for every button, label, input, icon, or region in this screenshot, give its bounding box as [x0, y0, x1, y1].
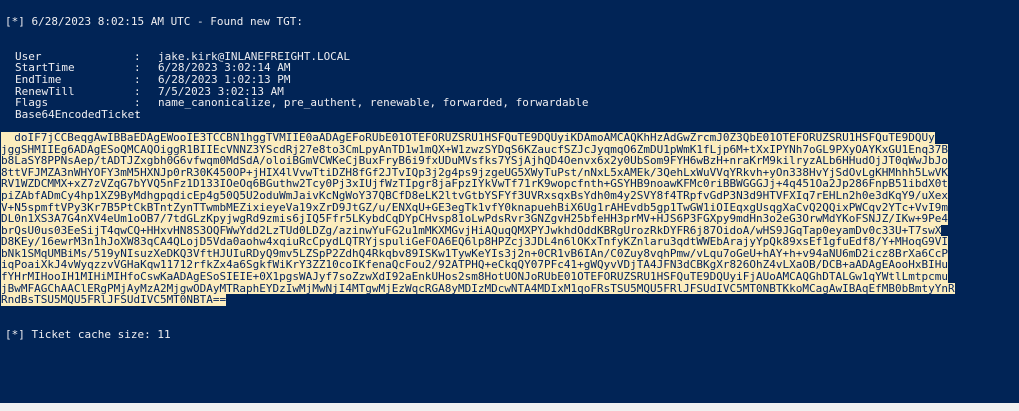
field-separator: : — [134, 96, 141, 110]
ticket-line[interactable]: D8KEy/16ewrM3n1hJoXW83qCA4QLojD5Vda0aohw… — [1, 236, 1019, 248]
base64-ticket-block: doIF7jCCBeqgAwIBBaEDAgEWooIE3TCCBN1hggTV… — [1, 131, 1019, 306]
field-separator: : — [134, 72, 141, 86]
field-key: Flags — [15, 96, 49, 110]
ticket-line[interactable]: 8ttVFJMZA3nWHYOFY3mM5HXNJp0rR30K450OP+jH… — [1, 166, 1019, 179]
field-row: Flags: name_canonicalize, pre_authent, re… — [5, 97, 1019, 109]
ticket-text: RV1WZDCMMX+xZ7zVZqG7bYVQ5nFz1D133IOeOq6B… — [1, 178, 949, 190]
ticket-line[interactable]: V+N5spmftVPy3Kr7B5PtCkBTntZynTTwmbMEZixi… — [1, 201, 1019, 214]
ticket-line[interactable]: piZAbfADmCy4hp1XZ9ByMdhgpqdicEp4g50Q5U2o… — [1, 189, 1019, 202]
ticket-line[interactable]: fYHrMIHooIH1MIHiMIHfoCswKaADAgESoSIEIE+0… — [1, 271, 1019, 283]
ticket-text: piZAbfADmCy4hp1XZ9ByMdhgpqdicEp4g50Q5U2o… — [1, 189, 949, 202]
field-separator: : — [134, 107, 141, 121]
field-row: EndTime: 6/28/2023 1:02:13 PM — [5, 74, 1019, 86]
ticket-line[interactable]: doIF7jCCBeqgAwIBBaEDAgEWooIE3TCCBN1hggTV… — [1, 131, 1019, 144]
field-value: 6/28/2023 1:02:13 PM — [158, 72, 291, 86]
tgt-header: [*] 6/28/2023 8:02:15 AM UTC - Found new… — [5, 15, 304, 28]
field-value: name_canonicalize, pre_authent, renewabl… — [158, 96, 589, 110]
ticket-text: jBwMFAGChAAClERgPMjAyMzA2MjgwODAyMTRaphE… — [1, 282, 955, 295]
ticket-text: D8KEy/16ewrM3n1hJoXW83qCA4QLojD5Vda0aohw… — [1, 236, 949, 248]
ticket-text: DL0n1XS3A7G4nXV4eUm1oOB7/7tdGLzKpyjwgRd9… — [1, 213, 949, 225]
field-row: Base64EncodedTicket: — [5, 109, 1019, 121]
ticket-text: RndBsTSU5MQU5FRlJFSUdIVC5MT0NBTA== — [1, 294, 227, 306]
ticket-line[interactable]: iqPoaiXkJ4vWyqzzvVGHaKqw11712rfkZx4a6Sgk… — [1, 259, 1019, 272]
ticket-text: iqPoaiXkJ4vWyqzzvVGHaKqw11712rfkZx4a6Sgk… — [1, 259, 949, 272]
ticket-line[interactable]: bNk1SMqUMBiMs/519yNIsuzXeDKQ3VftHJUIuRDy… — [1, 247, 1019, 260]
ticket-text: doIF7jCCBeqgAwIBBaEDAgEWooIE3TCCBN1hggTV… — [1, 131, 935, 144]
ticket-line[interactable]: b8LaSY8PPNsAep/tADTJZxgbh0G6vfwqm0MdSdA/… — [1, 155, 1019, 167]
ticket-text: b8LaSY8PPNsAep/tADTJZxgbh0G6vfwqm0MdSdA/… — [1, 155, 949, 167]
ticket-text: jggSHMIIEg6ADAgESoQMCAQOiggR1BIIEcVNNZ3Y… — [1, 143, 949, 156]
ticket-line[interactable]: RndBsTSU5MQU5FRlJFSUdIVC5MT0NBTA== — [1, 294, 1019, 306]
ticket-line[interactable]: RV1WZDCMMX+xZ7zVZqG7bYVQ5nFz1D133IOeOq6B… — [1, 178, 1019, 190]
terminal-output: [*] 6/28/2023 8:02:15 AM UTC - Found new… — [1, 15, 1019, 341]
ticket-text: brQsU0us03EeSijT4qwCQ+HHxvHN8S3OQFWwYdd2… — [1, 224, 942, 237]
ticket-line[interactable]: jBwMFAGChAAClERgPMjAyMzA2MjgwODAyMTRaphE… — [1, 282, 1019, 295]
ticket-line[interactable]: brQsU0us03EeSijT4qwCQ+HHxvHN8S3OQFWwYdd2… — [1, 224, 1019, 237]
field-key: EndTime — [15, 72, 62, 86]
horizontal-scrollbar[interactable] — [0, 403, 1019, 411]
ticket-text: V+N5spmftVPy3Kr7B5PtCkBTntZynTTwmbMEZixi… — [1, 201, 949, 214]
ticket-line[interactable]: DL0n1XS3A7G4nXV4eUm1oOB7/7tdGLzKpyjwgRd9… — [1, 213, 1019, 225]
ticket-text: fYHrMIHooIH1MIHiMIHfoCswKaADAgESoSIEIE+0… — [1, 271, 949, 283]
ticket-text: bNk1SMqUMBiMs/519yNIsuzXeDKQ3VftHJUIuRDy… — [1, 247, 949, 260]
ticket-fields: User: jake.kirk@INLANEFREIGHT.LOCAL StartT… — [5, 51, 1019, 121]
ticket-cache-size: [*] Ticket cache size: 11 — [5, 327, 171, 341]
ticket-text: 8ttVFJMZA3nWHYOFY3mM5HXNJp0rR30K450OP+jH… — [1, 166, 949, 179]
field-key: Base64EncodedTicket — [15, 107, 141, 121]
ticket-line[interactable]: jggSHMIIEg6ADAgESoQMCAQOiggR1BIIEcVNNZ3Y… — [1, 143, 1019, 156]
